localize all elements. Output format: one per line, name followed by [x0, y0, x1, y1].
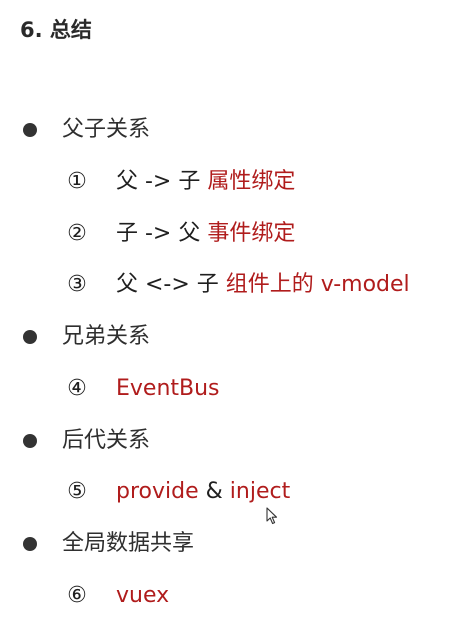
item-joiner: &	[198, 479, 230, 504]
item-highlight: 属性绑定	[207, 169, 296, 194]
item-marker: ④	[67, 376, 87, 401]
bullet-icon	[23, 537, 37, 551]
section-heading: 兄弟关系	[62, 324, 151, 349]
mouse-pointer-icon	[266, 507, 278, 525]
bullet-icon	[23, 123, 37, 137]
item-highlight: 组件上的 v-model	[225, 272, 410, 297]
item-highlight: provide	[116, 479, 199, 504]
item-marker: ①	[67, 169, 87, 194]
item-highlight: vuex	[116, 583, 170, 608]
bullet-icon	[23, 434, 37, 448]
item-highlight-secondary: inject	[229, 479, 291, 504]
item-prefix: 子 -> 父	[116, 221, 208, 246]
section-heading: 父子关系	[62, 117, 151, 142]
item-marker: ②	[67, 221, 87, 246]
section-heading: 后代关系	[62, 428, 151, 453]
item-highlight: 事件绑定	[207, 221, 296, 246]
bullet-icon	[23, 330, 37, 344]
item-prefix: 父 -> 子	[116, 169, 208, 194]
page-title: 6. 总结	[20, 18, 92, 42]
item-highlight: EventBus	[116, 376, 220, 401]
item-prefix: 父 <-> 子	[116, 272, 226, 297]
item-marker: ⑤	[67, 479, 87, 504]
item-marker: ③	[67, 272, 87, 297]
item-marker: ⑥	[67, 583, 87, 608]
section-heading: 全局数据共享	[62, 531, 195, 556]
